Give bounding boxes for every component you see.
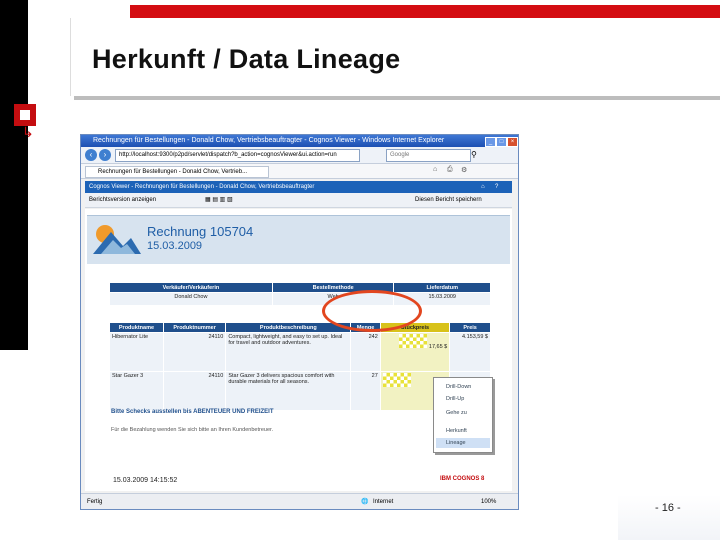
window-titlebar: Rechnungen für Bestellungen - Donald Cho… [81,135,518,147]
address-bar: ‹ › http://localhost:9300/p2pd/servlet/d… [81,147,518,164]
toolbar-icons[interactable]: ▦ ▤ ▥ ▧ [205,193,233,207]
maximize-button[interactable]: □ [496,137,507,147]
help-icon[interactable]: ? [495,181,498,193]
table-header: Lieferdatum [393,282,491,293]
page-number: - 16 - [655,502,681,514]
internet-zone-icon: 🌐 [361,499,369,505]
table-cell[interactable]: Star Gazer 3 [109,371,164,411]
report-datetime: 15.03.2009 14:15:52 [113,477,178,484]
vendor-table: Verkäufer/Verkäuferin Bestellmethode Lie… [109,282,491,306]
summary-line: Bitte Schecks ausstellen bis ABENTEUER U… [111,409,274,415]
table-cell[interactable]: 27 [350,371,381,411]
table-header: Produktnummer [162,322,227,333]
table-header: Verkäufer/Verkäuferin [109,282,273,293]
report-area: Rechnung 105704 15.03.2009 Verkäufer/Ver… [85,209,512,491]
table-cell[interactable]: Hibernator Lite [109,332,164,372]
table-cell[interactable]: Donald Chow [109,292,273,306]
ibm-cognos-logo: IBM COGNOS 8 [440,476,485,482]
table-header: Preis [449,322,491,333]
report-date: 15.03.2009 [147,240,203,252]
cognos-header-text: Cognos Viewer - Rechnungen für Bestellun… [89,184,315,190]
browser-window: Rechnungen für Bestellungen - Donald Cho… [80,134,519,510]
menu-item-go-to[interactable]: Gehe zu [436,408,490,418]
status-text: Fertig [87,499,103,505]
table-cell[interactable]: Star Gazer 3 delivers spacious comfort w… [225,371,352,411]
home-icon[interactable]: ⌂ [481,181,485,193]
window-title: Rechnungen für Bestellungen - Donald Cho… [93,137,445,144]
search-icon[interactable]: ⚲ [471,150,477,159]
back-icon[interactable]: ‹ [85,149,97,161]
forward-icon[interactable]: › [99,149,111,161]
close-button[interactable]: × [507,137,518,147]
browser-tab[interactable]: Rechnungen für Bestellungen - Donald Cho… [85,166,269,178]
context-menu: Drill-Down Drill-Up Gehe zu Herkunft Lin… [433,377,493,453]
menu-item-drill-up[interactable]: Drill-Up [436,394,490,404]
table-cell[interactable]: 24110 [162,332,227,372]
table-cell[interactable]: 4.153,59 $ [449,332,491,372]
report-title: Rechnung 105704 [147,224,254,239]
menu-item-drill-down[interactable]: Drill-Down [436,382,490,392]
url-input[interactable]: http://localhost:9300/p2pd/servlet/dispa… [115,149,360,162]
table-row: Hibernator Lite 24110 Compact, lightweig… [109,332,491,372]
unit-price: 17,65 $ [428,344,448,350]
table-cell[interactable]: Compact, lightweight, and easy to set up… [225,332,352,372]
version-dropdown[interactable]: Berichtsversion anzeigen [89,193,156,207]
search-input[interactable]: Google [386,149,471,162]
print-icon[interactable]: ⎙ [447,166,453,174]
favorites-bar: Rechnungen für Bestellungen - Donald Cho… [81,164,518,179]
bullet-square-icon [14,104,36,126]
menu-item-lineage[interactable]: Lineage [436,438,490,448]
bullet-arrow-icon: ↳ [22,124,34,140]
highlight-pattern [399,334,428,348]
top-red-bar [130,5,720,18]
highlighted-price-cell[interactable]: 17,65 $ [379,332,451,372]
menu-item-herkunft[interactable]: Herkunft [436,426,490,436]
highlight-pattern [382,373,411,387]
highlight-ellipse [322,290,422,332]
table-header: Produktname [109,322,164,333]
minimize-button[interactable]: _ [485,137,496,147]
cognos-header: Cognos Viewer - Rechnungen für Bestellun… [85,181,512,193]
zoom-level[interactable]: 100% [481,494,496,509]
table-cell[interactable]: 242 [350,332,381,372]
report-header-band: Rechnung 105704 15.03.2009 [87,215,510,264]
zone-label: Internet [373,499,394,505]
slide-title: Herkunft / Data Lineage [92,44,401,74]
footer-note: Für die Bezahlung wenden Sie sich bitte … [111,427,274,433]
home-icon[interactable]: ⌂ [433,166,437,173]
table-cell[interactable]: 24110 [162,371,227,411]
save-report-button[interactable]: Diesen Bericht speichern [415,193,482,207]
company-logo-icon [93,225,141,254]
left-black-bar [0,0,28,350]
viewer-toolbar: Berichtsversion anzeigen ▦ ▤ ▥ ▧ Diesen … [85,193,512,208]
status-bar: Fertig 🌐 Internet 100% [81,493,518,509]
tools-icon[interactable]: ⚙ [461,166,467,174]
